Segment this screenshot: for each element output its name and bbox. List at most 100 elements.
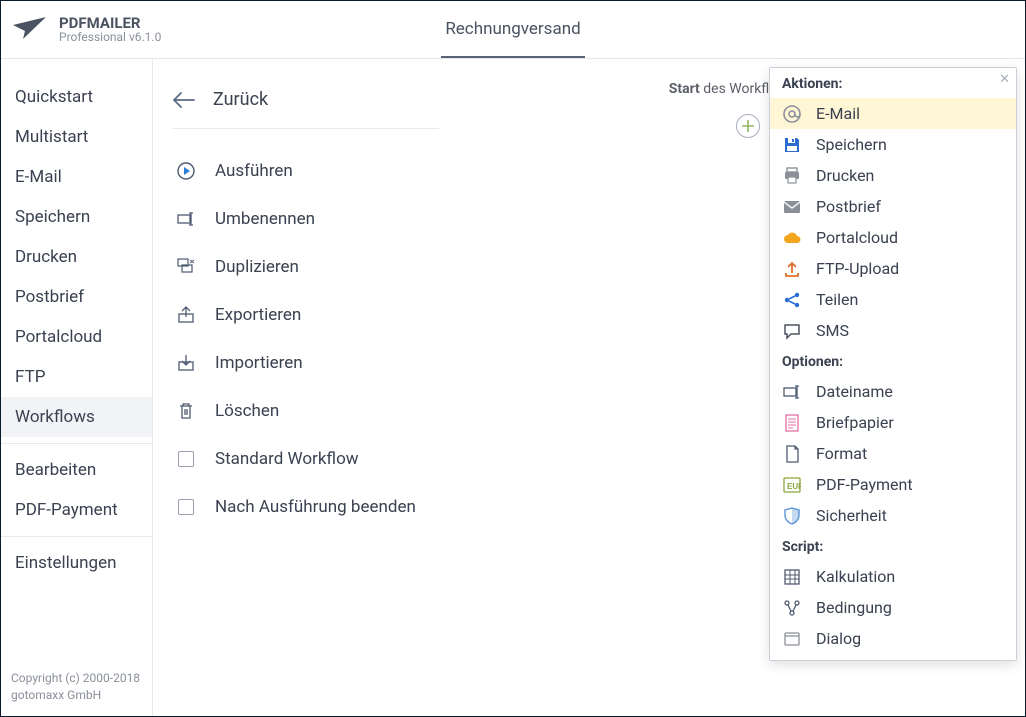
sidebar-separator [1,443,152,444]
command-import[interactable]: Importieren [173,339,439,387]
palette-item-bedingung[interactable]: Bedingung [770,592,1016,623]
sidebar-item-multistart[interactable]: Multistart [1,117,152,157]
chat-icon [782,322,802,340]
rename-icon [175,210,197,228]
save-icon [782,136,802,154]
back-button[interactable]: Zurück [173,83,439,124]
close-icon[interactable]: ✕ [999,72,1010,87]
panel-section-header: Optionen: [770,346,1016,376]
arrow-left-icon [173,92,195,108]
palette-item-label: PDF-Payment [816,475,913,494]
sidebar-item-speichern[interactable]: Speichern [1,197,152,237]
brand-subtitle: Professional v6.1.0 [59,31,161,44]
play-icon [175,162,197,180]
sidebar-item-pdf-payment[interactable]: PDF-Payment [1,490,152,530]
checkbox-icon [178,499,194,515]
checkbox-label: Standard Workflow [215,449,359,469]
checkbox-label: Nach Ausführung beenden [215,497,416,517]
shield-icon [782,507,802,525]
dialog-icon [782,630,802,648]
page-icon [782,445,802,463]
commands-divider [173,128,439,129]
header: PDFMAILER Professional v6.1.0 Rechnungve… [1,1,1025,59]
palette-item-label: Teilen [816,290,858,309]
branch-icon [782,599,802,617]
back-label: Zurück [213,89,268,110]
command-label: Löschen [215,401,279,421]
sidebar-item-bearbeiten[interactable]: Bearbeiten [1,450,152,490]
share-icon [782,291,802,309]
palette-item-label: Drucken [816,166,874,185]
command-trash[interactable]: Löschen [173,387,439,435]
command-label: Duplizieren [215,257,299,277]
at-icon [782,105,802,123]
panel-section-header: Aktionen: [770,68,1016,98]
command-rename[interactable]: Umbenennen [173,195,439,243]
panel-section-header: Script: [770,531,1016,561]
palette-item-teilen[interactable]: Teilen [770,284,1016,315]
command-label: Ausführen [215,161,293,181]
sidebar-item-postbrief[interactable]: Postbrief [1,277,152,317]
palette-item-briefpapier[interactable]: Briefpapier [770,407,1016,438]
footer-copyright: Copyright (c) 2000-2018 gotomaxx GmbH [1,670,152,716]
sidebar-item-settings[interactable]: Einstellungen [1,543,152,583]
sidebar-item-quickstart[interactable]: Quickstart [1,77,152,117]
app-window: PDFMAILER Professional v6.1.0 Rechnungve… [0,0,1026,717]
palette-item-label: Briefpapier [816,413,894,432]
command-label: Umbenennen [215,209,315,229]
sidebar: QuickstartMultistartE-MailSpeichernDruck… [1,59,153,716]
table-icon [782,568,802,586]
main: QuickstartMultistartE-MailSpeichernDruck… [1,59,1025,716]
print-icon [782,167,802,185]
checkbox-nach-ausführung-beenden[interactable]: Nach Ausführung beenden [173,483,439,531]
palette-item-sms[interactable]: SMS [770,315,1016,346]
sidebar-item-e-mail[interactable]: E-Mail [1,157,152,197]
palette-item-postbrief[interactable]: Postbrief [770,191,1016,222]
sidebar-item-portalcloud[interactable]: Portalcloud [1,317,152,357]
sidebar-item-drucken[interactable]: Drucken [1,237,152,277]
command-label: Exportieren [215,305,301,325]
palette-item-label: Dialog [816,629,861,648]
palette-item-speichern[interactable]: Speichern [770,129,1016,160]
palette-item-label: Kalkulation [816,567,895,586]
add-workflow-node-button[interactable] [736,114,760,138]
sidebar-item-ftp[interactable]: FTP [1,357,152,397]
paper-icon [782,414,802,432]
plus-icon [742,120,754,132]
duplicate-icon [175,258,197,276]
palette-item-label: Bedingung [816,598,892,617]
document-name[interactable]: Rechnungversand [445,19,580,39]
workflow-commands: Zurück Ausführen Umbenennen Duplizieren Exp… [153,59,453,716]
palette-item-format[interactable]: Format [770,438,1016,469]
checkbox-icon [178,451,194,467]
mail-icon [782,198,802,216]
action-palette-panel: ✕ Aktionen: E-Mail Speichern Drucken Postbri… [769,67,1017,661]
palette-item-portalcloud[interactable]: Portalcloud [770,222,1016,253]
palette-item-label: SMS [816,321,849,340]
palette-item-label: Dateiname [816,382,893,401]
checkbox-standard-workflow[interactable]: Standard Workflow [173,435,439,483]
document-name-underline [441,56,585,58]
brand: PDFMAILER Professional v6.1.0 [13,15,161,45]
palette-item-label: E-Mail [816,104,860,123]
palette-item-dateiname[interactable]: Dateiname [770,376,1016,407]
palette-item-kalkulation[interactable]: Kalkulation [770,561,1016,592]
palette-item-label: Sicherheit [816,506,887,525]
export-icon [175,306,197,324]
command-label: Importieren [215,353,303,373]
command-play[interactable]: Ausführen [173,147,439,195]
brand-title: PDFMAILER [59,15,161,32]
palette-item-drucken[interactable]: Drucken [770,160,1016,191]
filename-icon [782,383,802,401]
upload-icon [782,260,802,278]
palette-item-label: Postbrief [816,197,881,216]
palette-item-pdf-payment[interactable]: PDF-Payment [770,469,1016,500]
command-export[interactable]: Exportieren [173,291,439,339]
palette-item-sicherheit[interactable]: Sicherheit [770,500,1016,531]
palette-item-dialog[interactable]: Dialog [770,623,1016,654]
command-duplicate[interactable]: Duplizieren [173,243,439,291]
sidebar-item-workflows[interactable]: Workflows [1,397,152,437]
palette-item-e-mail[interactable]: E-Mail [770,98,1016,129]
palette-item-ftp-upload[interactable]: FTP-Upload [770,253,1016,284]
eur-icon [782,476,802,494]
